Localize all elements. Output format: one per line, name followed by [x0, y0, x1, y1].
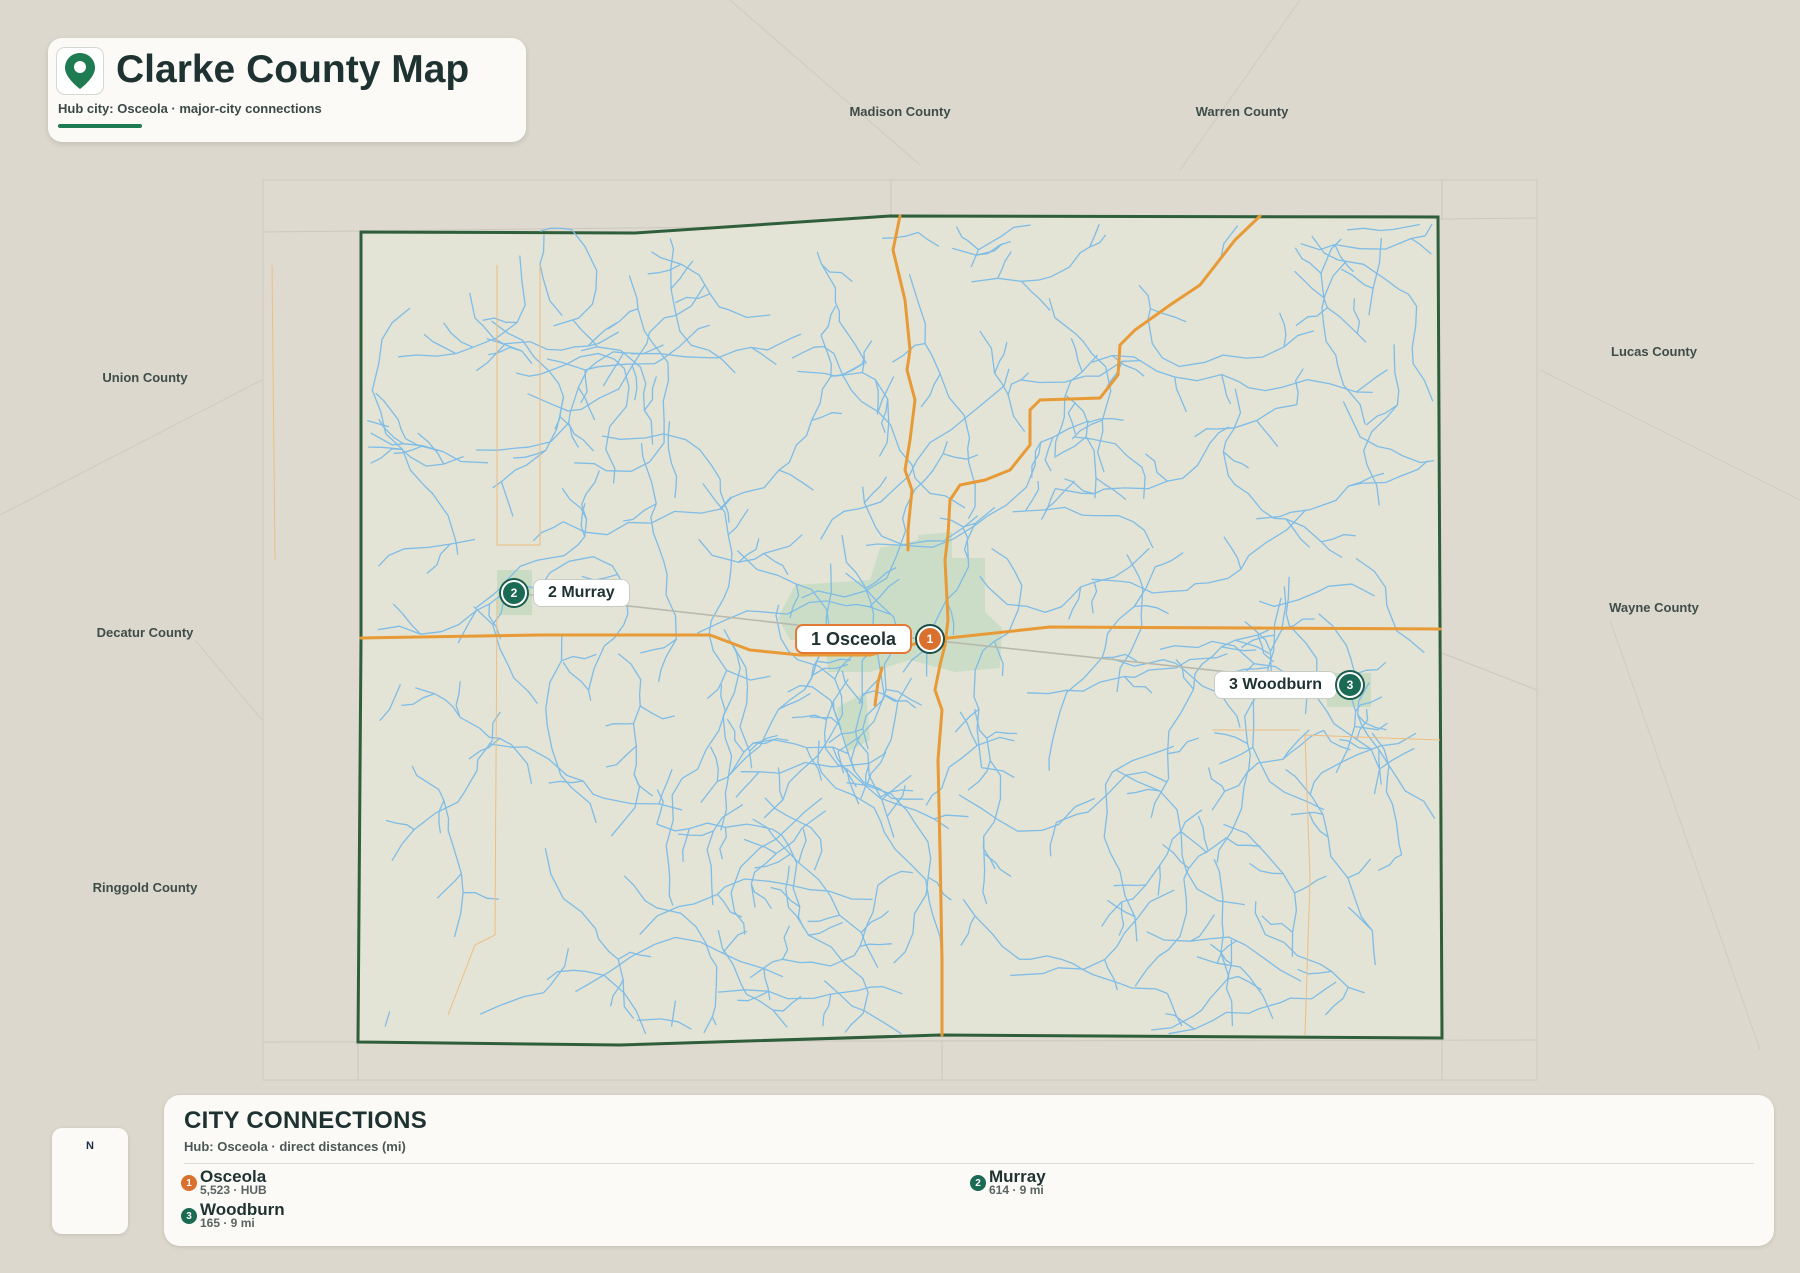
legend-meta-murray: 614 · 9 mi: [989, 1183, 1044, 1197]
legend-subtitle: Hub: Osceola · direct distances (mi): [184, 1139, 406, 1154]
compass-north-label: N: [86, 1140, 94, 1152]
neighbor-label-lucas: Lucas County: [1611, 344, 1697, 359]
legend-entry-osceola[interactable]: 1 Osceola 5,523 · HUB: [181, 1168, 267, 1197]
neighbor-label-wayne: Wayne County: [1609, 600, 1699, 615]
legend-divider: [184, 1163, 1754, 1164]
legend-panel: CITY CONNECTIONS Hub: Osceola · direct d…: [164, 1095, 1774, 1246]
city-marker-osceola[interactable]: 1: [917, 626, 943, 652]
compass: N: [52, 1128, 128, 1234]
legend-entry-woodburn[interactable]: 3 Woodburn 165 · 9 mi: [181, 1201, 285, 1230]
neighbor-label-decatur: Decatur County: [96, 625, 194, 640]
city-label-murray[interactable]: 2 Murray: [533, 579, 630, 607]
neighbor-label-union: Union County: [102, 370, 188, 385]
city-marker-woodburn[interactable]: 3: [1337, 672, 1363, 698]
legend-title: CITY CONNECTIONS: [184, 1107, 428, 1134]
legend-badge-murray: 2: [970, 1175, 986, 1191]
city-label-woodburn[interactable]: 3 Woodburn: [1214, 671, 1338, 699]
legend-meta-osceola: 5,523 · HUB: [200, 1183, 267, 1197]
neighbor-label-ringgold: Ringgold County: [92, 880, 198, 895]
neighbor-label-warren: Warren County: [1195, 104, 1289, 119]
legend-entry-murray[interactable]: 2 Murray 614 · 9 mi: [970, 1168, 1046, 1197]
title-accent-bar: [58, 124, 142, 128]
city-label-osceola[interactable]: 1 Osceola: [795, 624, 913, 654]
legend-badge-osceola: 1: [181, 1175, 197, 1191]
title-card: Clarke County Map Hub city: Osceola · ma…: [48, 38, 526, 142]
page-title: Clarke County Map: [116, 48, 470, 91]
legend-badge-woodburn: 3: [181, 1208, 197, 1224]
city-marker-murray[interactable]: 2: [501, 580, 527, 606]
legend-meta-woodburn: 165 · 9 mi: [200, 1216, 255, 1230]
river-branch: [1113, 884, 1146, 887]
page-subtitle: Hub city: Osceola · major-city connectio…: [58, 101, 322, 116]
map-pin-icon: [56, 47, 104, 95]
neighbor-label-madison: Madison County: [849, 104, 951, 119]
